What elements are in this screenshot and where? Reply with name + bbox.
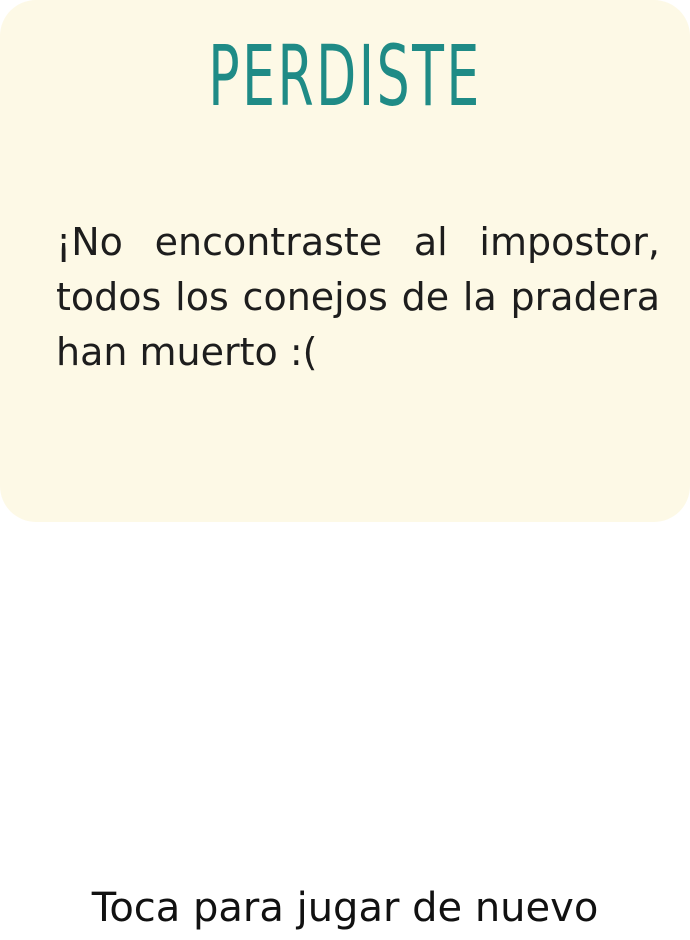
play-again-prompt[interactable]: Toca para jugar de nuevo <box>0 880 690 936</box>
game-over-screen[interactable]: PERDISTE ¡No encontraste al impostor, to… <box>0 0 690 940</box>
result-message: ¡No encontraste al impostor, todos los c… <box>56 220 660 374</box>
result-title: PERDISTE <box>208 27 482 125</box>
result-card: PERDISTE ¡No encontraste al impostor, to… <box>0 0 690 522</box>
